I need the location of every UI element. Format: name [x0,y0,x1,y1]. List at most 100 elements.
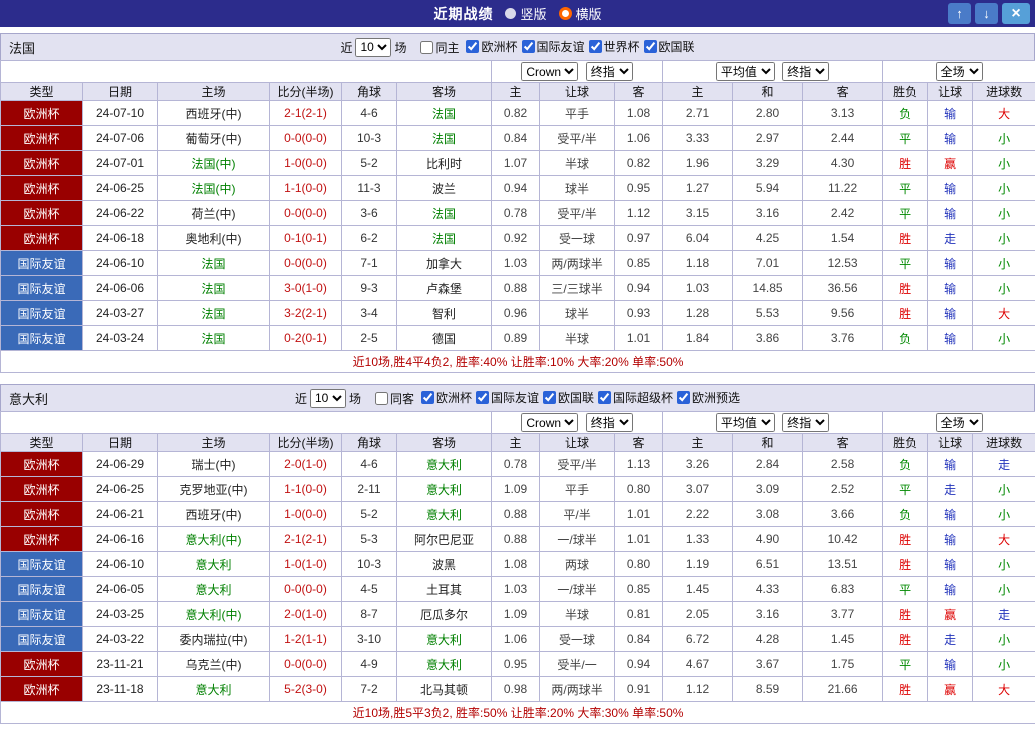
handicap-line: 平手 [540,101,615,126]
goals-outcome: 走 [973,602,1035,627]
competition-type: 国际友谊 [1,301,83,326]
handicap-home-odds: 1.08 [492,552,540,577]
games-label: 场 [349,390,361,407]
same-venue-filter[interactable]: 同客 [371,390,414,407]
competition-filter[interactable]: 国际超级杯 [594,389,673,406]
handicap-home-odds: 1.09 [492,602,540,627]
avg-away-odds: 4.30 [803,151,883,176]
avg-away-odds: 21.66 [803,677,883,702]
competition-filter[interactable]: 世界杯 [585,38,640,55]
avg-draw-odds: 7.01 [733,251,803,276]
result-outcome: 胜 [883,602,928,627]
same-venue-checkbox[interactable] [420,41,433,54]
handicap-away-odds: 0.94 [615,276,663,301]
avg-draw-odds: 2.80 [733,101,803,126]
table-row: 欧洲杯 23-11-21 乌克兰(中) 0-0(0-0) 4-9 意大利 0.9… [1,652,1035,677]
table-row: 欧洲杯 24-06-25 克罗地亚(中) 1-1(0-0) 2-11 意大利 1… [1,477,1035,502]
column-header: 类型 [1,83,83,101]
score-halftime: 0-0(0-0) [270,126,342,151]
competition-filter[interactable]: 欧洲杯 [417,389,472,406]
same-venue-checkbox[interactable] [375,392,388,405]
corners: 3-10 [342,627,397,652]
competition-checkbox[interactable] [421,391,434,404]
competition-filters: 欧洲杯国际友谊世界杯欧国联 [462,38,694,56]
handicap-away-odds: 1.01 [615,326,663,351]
move-up-button[interactable]: ↑ [948,3,971,24]
final-odds-select-2[interactable]: 终指 [782,413,829,432]
avg-home-odds: 1.84 [663,326,733,351]
scope-select[interactable]: 全场 [936,413,983,432]
score-halftime: 0-1(0-1) [270,226,342,251]
match-date: 24-06-22 [83,201,158,226]
column-header: 日期 [83,83,158,101]
handicap-line: 半球 [540,326,615,351]
competition-checkbox[interactable] [677,391,690,404]
europe-odds-group-selects: 平均值 终指 [663,61,883,83]
competition-filter[interactable]: 国际友谊 [518,38,585,55]
handicap-outcome: 输 [928,276,973,301]
column-header: 进球数 [973,83,1035,101]
competition-type: 国际友谊 [1,577,83,602]
competition-checkbox[interactable] [476,391,489,404]
competition-filter[interactable]: 欧国联 [539,389,594,406]
final-odds-select-2[interactable]: 终指 [782,62,829,81]
close-button[interactable]: × [1002,3,1030,24]
handicap-home-odds: 0.95 [492,652,540,677]
team-name: 意大利 [9,389,48,408]
home-team: 意大利(中) [158,602,270,627]
bookmaker-select[interactable]: Crown [521,62,578,81]
handicap-away-odds: 0.97 [615,226,663,251]
score-halftime: 2-1(2-1) [270,527,342,552]
handicap-group-selects: Crown 终指 [492,412,663,434]
layout-radio-vertical[interactable]: 竖版 [505,4,546,23]
final-odds-select[interactable]: 终指 [586,62,633,81]
handicap-outcome: 输 [928,301,973,326]
handicap-away-odds: 0.93 [615,301,663,326]
corners: 9-3 [342,276,397,301]
competition-checkbox[interactable] [543,391,556,404]
average-select[interactable]: 平均值 [716,413,775,432]
goals-outcome: 小 [973,552,1035,577]
bookmaker-select[interactable]: Crown [521,413,578,432]
goals-outcome: 小 [973,652,1035,677]
result-outcome: 平 [883,652,928,677]
competition-filter[interactable]: 欧国联 [640,38,695,55]
home-team: 乌克兰(中) [158,652,270,677]
match-date: 24-06-16 [83,527,158,552]
home-team: 荷兰(中) [158,201,270,226]
corners: 2-5 [342,326,397,351]
competition-checkbox[interactable] [644,40,657,53]
competition-checkbox[interactable] [466,40,479,53]
games-label: 场 [394,39,406,56]
same-venue-label: 同客 [390,390,414,407]
competition-filter[interactable]: 国际友谊 [472,389,539,406]
move-down-button[interactable]: ↓ [975,3,998,24]
layout-radio-horizontal[interactable]: 横版 [559,4,602,23]
column-header: 类型 [1,434,83,452]
competition-checkbox[interactable] [598,391,611,404]
column-header: 和 [733,83,803,101]
score-halftime: 0-0(0-0) [270,201,342,226]
result-outcome: 平 [883,251,928,276]
team-name: 法国 [9,38,35,57]
handicap-home-odds: 0.94 [492,176,540,201]
match-date: 24-06-25 [83,477,158,502]
avg-draw-odds: 3.16 [733,201,803,226]
final-odds-select[interactable]: 终指 [586,413,633,432]
competition-filter[interactable]: 欧洲预选 [673,389,740,406]
match-date: 24-07-06 [83,126,158,151]
avg-away-odds: 3.66 [803,502,883,527]
competition-checkbox[interactable] [589,40,602,53]
score-halftime: 2-0(1-0) [270,602,342,627]
same-venue-filter[interactable]: 同主 [416,39,459,56]
handicap-line: 两球 [540,552,615,577]
corners: 4-5 [342,577,397,602]
competition-filter[interactable]: 欧洲杯 [462,38,517,55]
competition-type: 欧洲杯 [1,126,83,151]
competition-checkbox[interactable] [522,40,535,53]
score-halftime: 1-1(0-0) [270,477,342,502]
recent-count-select[interactable]: 10 [310,389,346,408]
average-select[interactable]: 平均值 [716,62,775,81]
recent-count-select[interactable]: 10 [355,38,391,57]
scope-select[interactable]: 全场 [936,62,983,81]
